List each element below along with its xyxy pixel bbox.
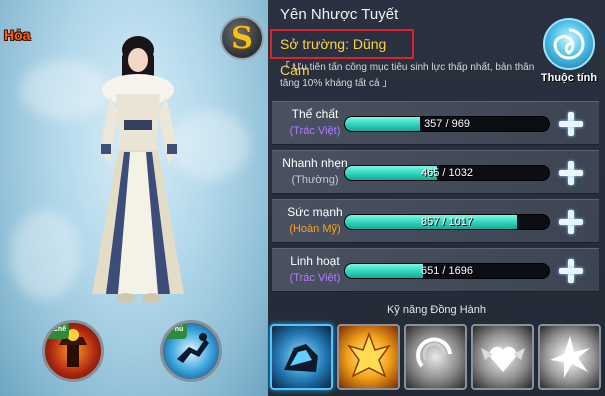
skill-slot-tag: K.Chế bbox=[45, 323, 69, 339]
stat-grade: (Hoàn Mỹ) bbox=[289, 223, 341, 235]
companion-skill[interactable] bbox=[337, 324, 400, 390]
companion-skill[interactable] bbox=[270, 324, 333, 390]
companion-skill[interactable] bbox=[471, 324, 534, 390]
stat-grade: (Trác Việt) bbox=[289, 125, 341, 137]
skill-slot-tag: T.Phú bbox=[163, 323, 187, 339]
stat-bar: 857 / 1017 bbox=[344, 214, 550, 230]
companion-skill[interactable] bbox=[538, 324, 601, 390]
info-panel: Yên Nhược Tuyết Sở trường: Dũng Cảm 「 Ưu… bbox=[268, 0, 605, 396]
ice-rock-icon bbox=[284, 344, 318, 372]
character-panel: Hỏa K.Chế T.Phú S bbox=[0, 0, 268, 396]
add-point-button[interactable] bbox=[558, 160, 584, 186]
companion-skills-row bbox=[270, 324, 605, 396]
companion-skill[interactable] bbox=[404, 324, 467, 390]
stat-name: Sức mạnh bbox=[287, 205, 343, 219]
specialty-label: Sở trường: Dũng Cảm bbox=[270, 29, 414, 78]
stat-bar: 465 / 1032 bbox=[344, 165, 550, 181]
swirl-icon bbox=[543, 18, 595, 70]
rank-letter: S bbox=[231, 20, 253, 56]
add-point-button[interactable] bbox=[558, 111, 584, 137]
whirl-slash-icon bbox=[416, 337, 452, 368]
stat-value: 651 / 1696 bbox=[421, 265, 473, 277]
star-burst-icon bbox=[550, 336, 590, 378]
stat-bar: 651 / 1696 bbox=[344, 263, 550, 279]
skill-slot-talent[interactable]: T.Phú bbox=[160, 320, 222, 382]
stat-bar: 357 / 969 bbox=[344, 116, 550, 132]
character-name: Yên Nhược Tuyết bbox=[280, 6, 399, 23]
stat-row: Nhanh nhẹn (Thường) 465 / 1032 bbox=[272, 150, 599, 194]
element-label: Hỏa bbox=[4, 27, 31, 43]
stat-value: 465 / 1032 bbox=[421, 167, 473, 179]
specialty-description: 「 Ưu tiên tấn công mục tiêu sinh lực thấ… bbox=[280, 62, 535, 89]
rank-badge: S bbox=[220, 16, 264, 60]
skill-slot-control[interactable]: K.Chế bbox=[42, 320, 104, 382]
attributes-button[interactable]: Thuộc tính bbox=[538, 18, 600, 96]
stat-grade: (Trác Việt) bbox=[289, 272, 341, 284]
companion-skills-title: Kỹ năng Đồng Hành bbox=[386, 304, 487, 316]
character-model[interactable] bbox=[68, 32, 208, 307]
winged-heart-icon bbox=[481, 346, 525, 372]
stat-row: Linh hoạt (Trác Việt) 651 / 1696 bbox=[272, 248, 599, 292]
stat-name: Nhanh nhẹn bbox=[282, 156, 348, 170]
add-point-button[interactable] bbox=[558, 209, 584, 235]
stat-value: 357 / 969 bbox=[424, 118, 470, 130]
stat-row: Sức mạnh (Hoàn Mỹ) 857 / 1017 bbox=[272, 199, 599, 243]
add-point-button[interactable] bbox=[558, 258, 584, 284]
attributes-button-label: Thuộc tính bbox=[540, 72, 598, 84]
stat-name: Thể chất bbox=[291, 107, 339, 121]
stat-name: Linh hoạt bbox=[290, 254, 340, 268]
golden-flame-icon bbox=[347, 331, 391, 378]
stat-row: Thể chất (Trác Việt) 357 / 969 bbox=[272, 101, 599, 145]
stat-grade: (Thường) bbox=[291, 174, 339, 186]
stat-value: 857 / 1017 bbox=[421, 216, 473, 228]
